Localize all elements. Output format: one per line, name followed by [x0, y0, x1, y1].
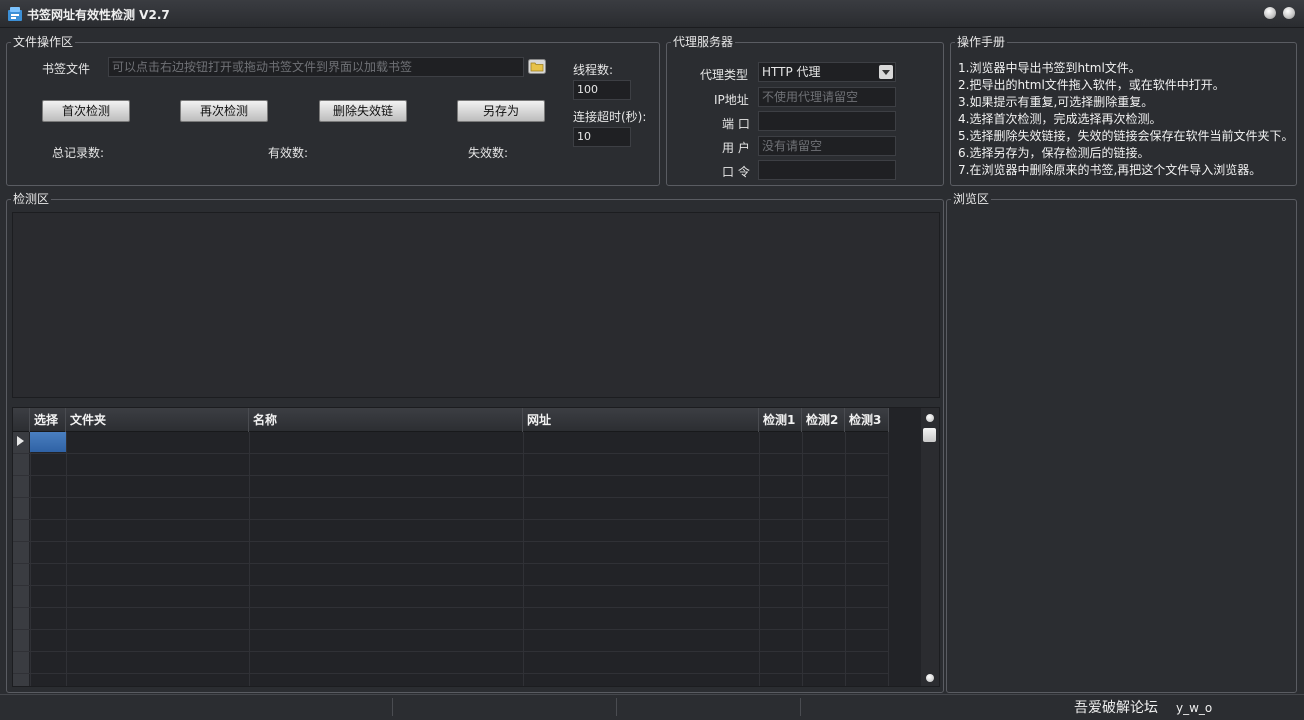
manual-text: 1.浏览器中导出书签到html文件。 2.把导出的html文件拖入软件，或在软件…: [958, 60, 1293, 179]
port-label: 端 口: [722, 117, 750, 131]
invalid-count-label: 失效数:: [468, 146, 509, 160]
open-folder-icon[interactable]: [528, 59, 546, 74]
redetect-button[interactable]: 再次检测: [180, 100, 268, 122]
user-label: 用 户: [722, 141, 750, 155]
manual-group-label: 操作手册: [955, 35, 1008, 49]
password-input[interactable]: [758, 160, 896, 180]
grid-header: 选择 文件夹 名称 网址 检测1 检测2 检测3: [13, 408, 889, 432]
grid-vertical-scrollbar[interactable]: [921, 408, 939, 686]
app-icon: [8, 7, 22, 21]
current-row-arrow-icon: [17, 436, 24, 446]
ip-label: IP地址: [714, 93, 749, 107]
port-input[interactable]: [758, 111, 896, 131]
column-header-check2[interactable]: 检测2: [802, 408, 845, 432]
user-input[interactable]: 没有请留空: [758, 136, 896, 156]
column-header-select[interactable]: 选择: [30, 408, 66, 432]
timeout-input[interactable]: 10: [573, 127, 631, 147]
scroll-thumb[interactable]: [923, 428, 936, 442]
valid-count-label: 有效数:: [268, 146, 309, 160]
browse-group: 浏览区: [946, 192, 1297, 693]
manual-line: 3.如果提示有重复,可选择删除重复。: [958, 95, 1154, 109]
row-header-corner: [13, 408, 30, 432]
first-detect-button[interactable]: 首次检测: [42, 100, 130, 122]
row-indicator-column: [13, 432, 29, 686]
proxy-type-label: 代理类型: [700, 68, 749, 82]
column-header-url[interactable]: 网址: [523, 408, 759, 432]
forum-name: 吾爱破解论坛: [1074, 700, 1158, 716]
browse-group-label: 浏览区: [951, 192, 992, 206]
proxy-group-label: 代理服务器: [671, 35, 736, 49]
scroll-down-icon[interactable]: [926, 674, 934, 682]
manual-line: 5.选择删除失效链接，失效的链接会保存在软件当前文件夹下。: [958, 129, 1294, 143]
detect-group-label: 检测区: [11, 192, 52, 206]
ip-input[interactable]: 不使用代理请留空: [758, 87, 896, 107]
file-operation-group-label: 文件操作区: [11, 35, 76, 49]
window-title: 书签网址有效性检测 V2.7: [27, 8, 170, 22]
status-bar: 吾爱破解论坛 y_w_o: [0, 694, 1304, 720]
scroll-up-icon[interactable]: [926, 414, 934, 422]
column-header-check1[interactable]: 检测1: [759, 408, 802, 432]
password-label: 口 令: [722, 165, 750, 179]
minimize-button[interactable]: [1264, 7, 1276, 19]
manual-line: 2.把导出的html文件拖入软件，或在软件中打开。: [958, 78, 1225, 92]
proxy-type-select[interactable]: HTTP 代理: [758, 62, 896, 82]
selected-cell[interactable]: [30, 432, 66, 452]
chevron-down-icon[interactable]: [879, 65, 893, 79]
bookmark-grid[interactable]: 选择 文件夹 名称 网址 检测1 检测2 检测3: [12, 407, 940, 687]
timeout-label: 连接超时(秒):: [573, 110, 647, 124]
manual-line: 1.浏览器中导出书签到html文件。: [958, 61, 1141, 75]
log-area[interactable]: [12, 212, 940, 398]
delete-invalid-links-button[interactable]: 删除失效链: [319, 100, 407, 122]
bookmark-file-label: 书签文件: [42, 62, 91, 76]
manual-line: 4.选择首次检测，完成选择再次检测。: [958, 112, 1162, 126]
column-header-name[interactable]: 名称: [249, 408, 523, 432]
column-header-check3[interactable]: 检测3: [845, 408, 889, 432]
column-header-folder[interactable]: 文件夹: [66, 408, 249, 432]
manual-line: 6.选择另存为，保存检测后的链接。: [958, 146, 1150, 160]
proxy-type-value: HTTP 代理: [762, 65, 821, 79]
manual-line: 7.在浏览器中删除原来的书签,再把这个文件导入浏览器。: [958, 163, 1262, 177]
author-name: y_w_o: [1176, 701, 1213, 715]
threads-label: 线程数:: [573, 63, 614, 77]
total-records-label: 总记录数:: [52, 146, 105, 160]
save-as-button[interactable]: 另存为: [457, 100, 545, 122]
threads-input[interactable]: 100: [573, 80, 631, 100]
title-bar[interactable]: 书签网址有效性检测 V2.7: [0, 0, 1304, 28]
bookmark-file-input[interactable]: 可以点击右边按钮打开或拖动书签文件到界面以加载书签: [108, 57, 524, 77]
close-button[interactable]: [1283, 7, 1295, 19]
